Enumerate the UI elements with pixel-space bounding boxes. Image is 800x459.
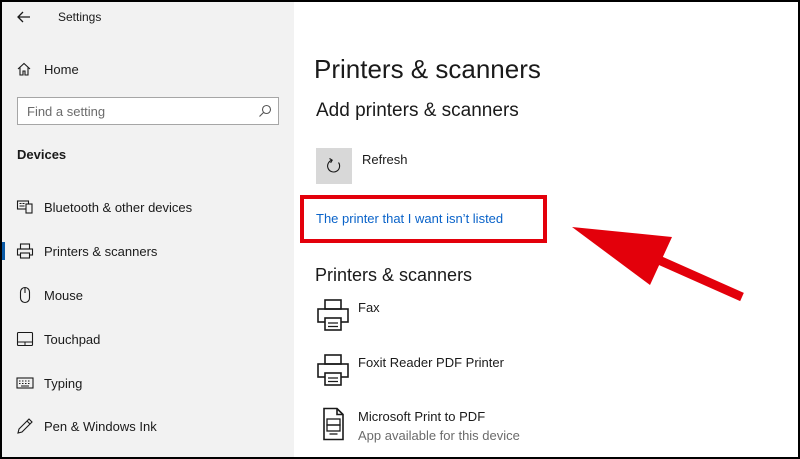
sidebar-item-printers[interactable]: Printers & scanners <box>2 233 294 269</box>
annotation-arrow-icon <box>572 227 744 302</box>
print-to-pdf-icon <box>323 407 344 441</box>
printer-item-foxit[interactable]: Foxit Reader PDF Printer <box>314 353 774 403</box>
printer-not-listed-link[interactable]: The printer that I want isn’t listed <box>316 211 503 226</box>
sidebar-item-label: Bluetooth & other devices <box>44 200 193 215</box>
home-icon <box>17 62 31 76</box>
printer-icon <box>16 243 34 259</box>
printer-status: App available for this device <box>358 428 520 443</box>
title-bar: Settings <box>2 2 294 34</box>
refresh-icon <box>327 158 341 173</box>
printer-name: Fax <box>358 300 380 315</box>
back-button[interactable] <box>12 6 36 28</box>
printer-name: Microsoft Print to PDF <box>358 409 486 424</box>
printer-name: Foxit Reader PDF Printer <box>358 355 504 370</box>
mouse-icon <box>19 286 31 304</box>
sidebar-item-label: Mouse <box>44 288 84 303</box>
search-icon <box>259 104 272 117</box>
add-section-title: Add printers & scanners <box>316 100 519 121</box>
printers-list-title: Printers & scanners <box>315 265 473 285</box>
printer-icon <box>317 354 349 386</box>
page-title: Printers & scanners <box>314 54 541 84</box>
touchpad-icon <box>16 331 34 347</box>
sidebar-item-mouse[interactable]: Mouse <box>2 277 294 313</box>
search-input[interactable]: Find a setting <box>17 97 279 125</box>
nav-home-label: Home <box>44 62 79 77</box>
sidebar-item-bluetooth[interactable]: Bluetooth & other devices <box>2 189 294 225</box>
printer-icon <box>317 299 349 331</box>
sidebar-item-label: Touchpad <box>44 332 101 347</box>
bluetooth-devices-icon <box>16 200 33 214</box>
refresh-label: Refresh <box>362 152 408 167</box>
sidebar-item-pen[interactable]: Pen & Windows Ink <box>2 408 294 444</box>
sidebar-item-label: Pen & Windows Ink <box>44 419 157 434</box>
nav-home[interactable]: Home <box>2 54 294 86</box>
keyboard-icon <box>16 377 34 389</box>
sidebar-item-touchpad[interactable]: Touchpad <box>2 321 294 357</box>
active-indicator <box>2 242 5 260</box>
pen-icon <box>17 418 33 434</box>
search-placeholder: Find a setting <box>27 104 106 119</box>
sidebar-item-typing[interactable]: Typing <box>2 365 294 401</box>
printer-item-ms-pdf[interactable]: Microsoft Print to PDF App available for… <box>314 407 774 457</box>
refresh-button[interactable] <box>316 148 352 184</box>
sidebar: Settings Home Find a setting Devices Blu… <box>2 2 294 457</box>
window-title: Settings <box>58 10 102 24</box>
sidebar-item-label: Printers & scanners <box>44 244 158 259</box>
sidebar-item-label: Typing <box>44 376 83 391</box>
settings-window: Settings Home Find a setting Devices Blu… <box>0 0 800 459</box>
section-heading-devices: Devices <box>17 147 67 162</box>
back-arrow-icon <box>17 11 30 23</box>
